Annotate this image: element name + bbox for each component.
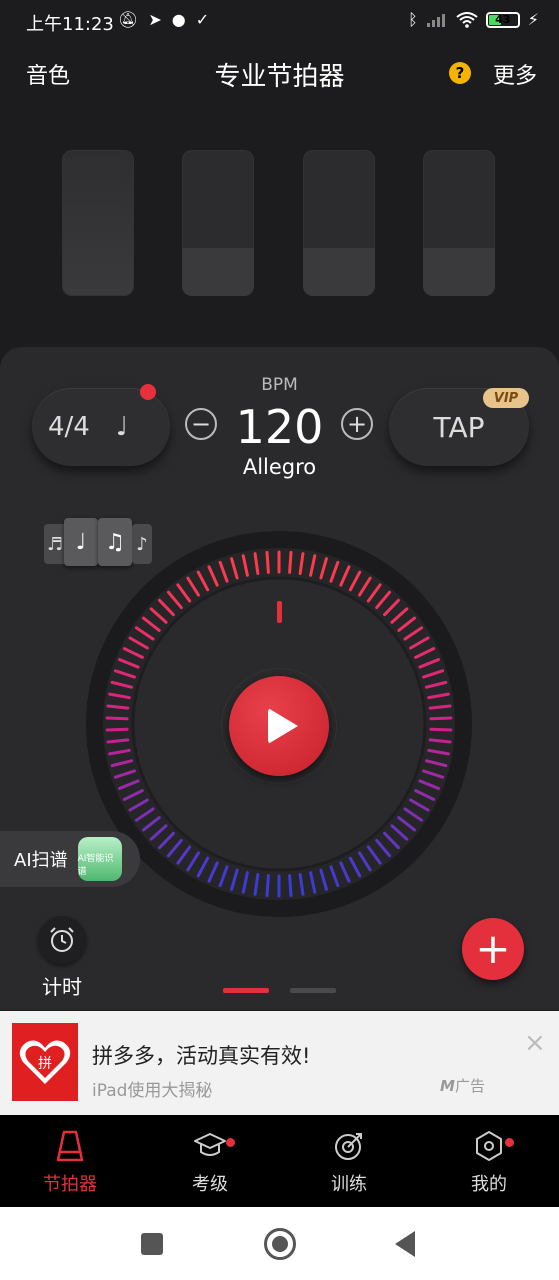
alarm-clock-icon — [50, 927, 74, 952]
page-indicator-active[interactable] — [223, 988, 269, 993]
ai-scan-badge-icon: AI智能识谱 — [77, 837, 122, 881]
dial-tick — [105, 716, 129, 721]
tab-label: 考级 — [192, 1174, 228, 1195]
beat-column-2[interactable] — [182, 150, 254, 296]
ai-scan-button[interactable]: AI扫谱 AI智能识谱 — [0, 831, 140, 887]
beat-column-1[interactable] — [62, 150, 134, 296]
heart-logo-icon: 拼 — [19, 1040, 71, 1084]
pinduoduo-logo[interactable]: 拼 — [12, 1023, 78, 1101]
tap-label: TAP — [433, 410, 485, 444]
ad-tag: M广告 — [440, 1075, 485, 1096]
ad-title[interactable]: 拼多多，活动真实有效! — [92, 1040, 310, 1070]
mute-bell-icon: 🔕︎ — [118, 10, 139, 29]
more-button[interactable]: 更多 — [493, 58, 537, 90]
play-button[interactable] — [229, 676, 329, 776]
ad-subtitle[interactable]: iPad使用大揭秘 — [92, 1076, 212, 1101]
wifi-icon — [456, 11, 478, 28]
dial-tick — [288, 874, 293, 898]
rhythm-card-sixteenth[interactable]: ♬ — [44, 524, 66, 564]
metronome-icon — [56, 1130, 84, 1162]
check-icon: ✓ — [195, 10, 210, 29]
battery-level: 43 — [495, 13, 511, 26]
status-time: 上午11:23 — [26, 14, 114, 35]
dial-tick — [106, 738, 130, 744]
dial-tick — [428, 704, 452, 710]
dial-tick — [265, 550, 270, 574]
add-button[interactable]: + — [462, 918, 524, 980]
home-button[interactable] — [264, 1228, 296, 1260]
tab-badge-dot — [505, 1138, 514, 1147]
target-icon — [335, 1133, 362, 1160]
dial-tick — [105, 727, 129, 732]
charging-icon: ⚡︎ — [527, 10, 539, 29]
tab-exam[interactable]: 考级 — [160, 1128, 260, 1196]
page-title: 专业节拍器 — [214, 62, 345, 92]
dial-tick — [288, 550, 293, 574]
recents-button[interactable] — [141, 1233, 163, 1255]
battery-icon: 43 — [485, 11, 520, 28]
dial-tick — [429, 727, 453, 732]
tab-training[interactable]: 训练 — [299, 1128, 399, 1196]
bpm-increase-button[interactable]: + — [341, 408, 373, 440]
tab-label: 节拍器 — [43, 1174, 97, 1195]
vip-badge: VIP — [483, 388, 529, 408]
tab-badge-dot — [226, 1138, 235, 1147]
back-button[interactable] — [395, 1231, 415, 1257]
telegram-icon: ➤ — [148, 10, 162, 29]
bluetooth-icon: ᛒ — [408, 10, 418, 29]
status-notification-icons: 🔕︎ ➤ ● ✓ — [118, 10, 209, 29]
tab-label: 我的 — [471, 1174, 507, 1195]
tab-metronome[interactable]: 节拍器 — [20, 1128, 120, 1196]
graduation-cap-icon — [194, 1133, 226, 1156]
help-icon[interactable]: ? — [449, 62, 471, 84]
tab-profile[interactable]: 我的 — [439, 1128, 539, 1196]
dial-tick — [428, 738, 452, 744]
profile-hexagon-icon — [476, 1131, 502, 1161]
tab-label: 训练 — [331, 1174, 367, 1195]
ai-scan-badge-text: AI智能识谱 — [77, 854, 114, 877]
beat-column-3[interactable] — [303, 150, 375, 296]
chat-icon: ● — [171, 10, 186, 29]
ad-network-icon: M — [440, 1077, 455, 1095]
page-indicator-inactive[interactable] — [290, 988, 336, 993]
timer-button[interactable] — [38, 916, 86, 964]
signal-icon — [426, 13, 445, 27]
timer-label: 计时 — [42, 975, 82, 999]
status-bar: 上午11:23 🔕︎ ➤ ● ✓ ᛒ 43 ⚡︎ — [0, 0, 559, 44]
ad-close-button[interactable]: × — [524, 1030, 546, 1056]
ai-scan-label: AI扫谱 — [14, 850, 68, 871]
ad-tag-label: 广告 — [454, 1077, 485, 1095]
dial-tick — [429, 716, 453, 721]
play-icon — [268, 708, 298, 744]
beat-column-4[interactable] — [423, 150, 495, 296]
dial-tick — [265, 874, 270, 898]
beat-position-marker — [277, 601, 282, 623]
status-system-icons: ᛒ 43 ⚡︎ — [408, 10, 539, 29]
ad-logo-text: 拼 — [38, 1056, 52, 1072]
dial-tick — [106, 704, 130, 710]
